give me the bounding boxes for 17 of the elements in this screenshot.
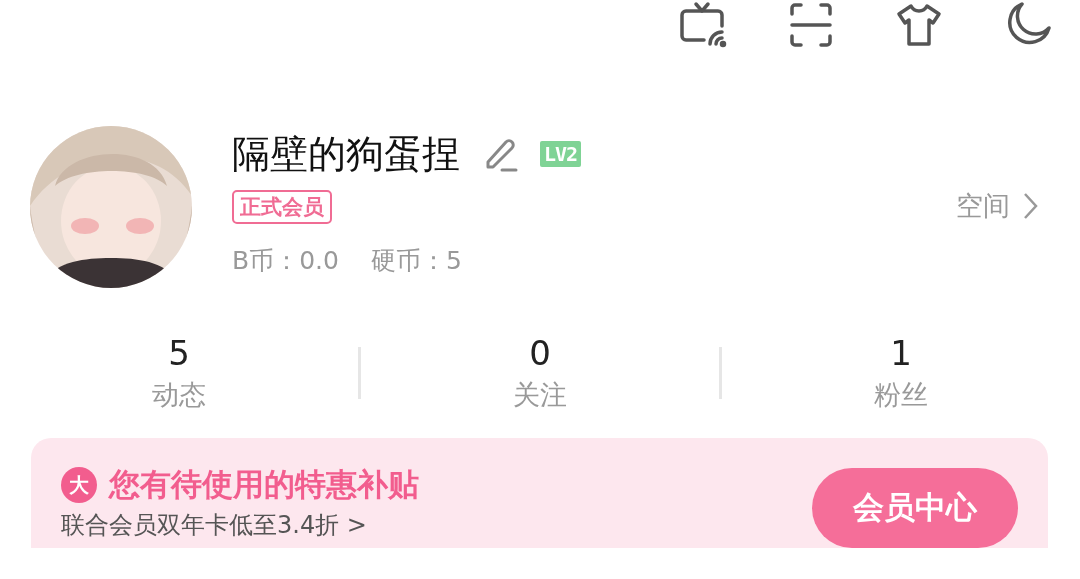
tv-icon[interactable]: [678, 0, 728, 50]
banner-subtitle[interactable]: 联合会员双年卡低至3.4折 >: [61, 510, 419, 540]
stat-count[interactable]: 0: [529, 333, 551, 373]
banner-title: 您有待使用的特惠补贴: [109, 465, 419, 504]
coin-balance: 硬币：5: [370, 245, 462, 277]
coin-balance: B币：0.0: [232, 245, 339, 277]
stat-label[interactable]: 关注: [513, 377, 567, 413]
vip-center-button[interactable]: 会员中心: [812, 468, 1018, 548]
stat-label[interactable]: 动态: [152, 377, 206, 413]
stat-count[interactable]: 1: [890, 333, 912, 373]
vip-tag: 正式会员: [232, 190, 332, 224]
username: 隔壁的狗蛋捏: [232, 130, 460, 178]
stat-count[interactable]: 5: [168, 333, 190, 373]
vip-badge: 大: [61, 467, 97, 503]
level-badge: LV2: [540, 141, 582, 167]
space-link[interactable]: 空间: [956, 188, 1040, 224]
stat-label[interactable]: 粉丝: [874, 377, 928, 413]
